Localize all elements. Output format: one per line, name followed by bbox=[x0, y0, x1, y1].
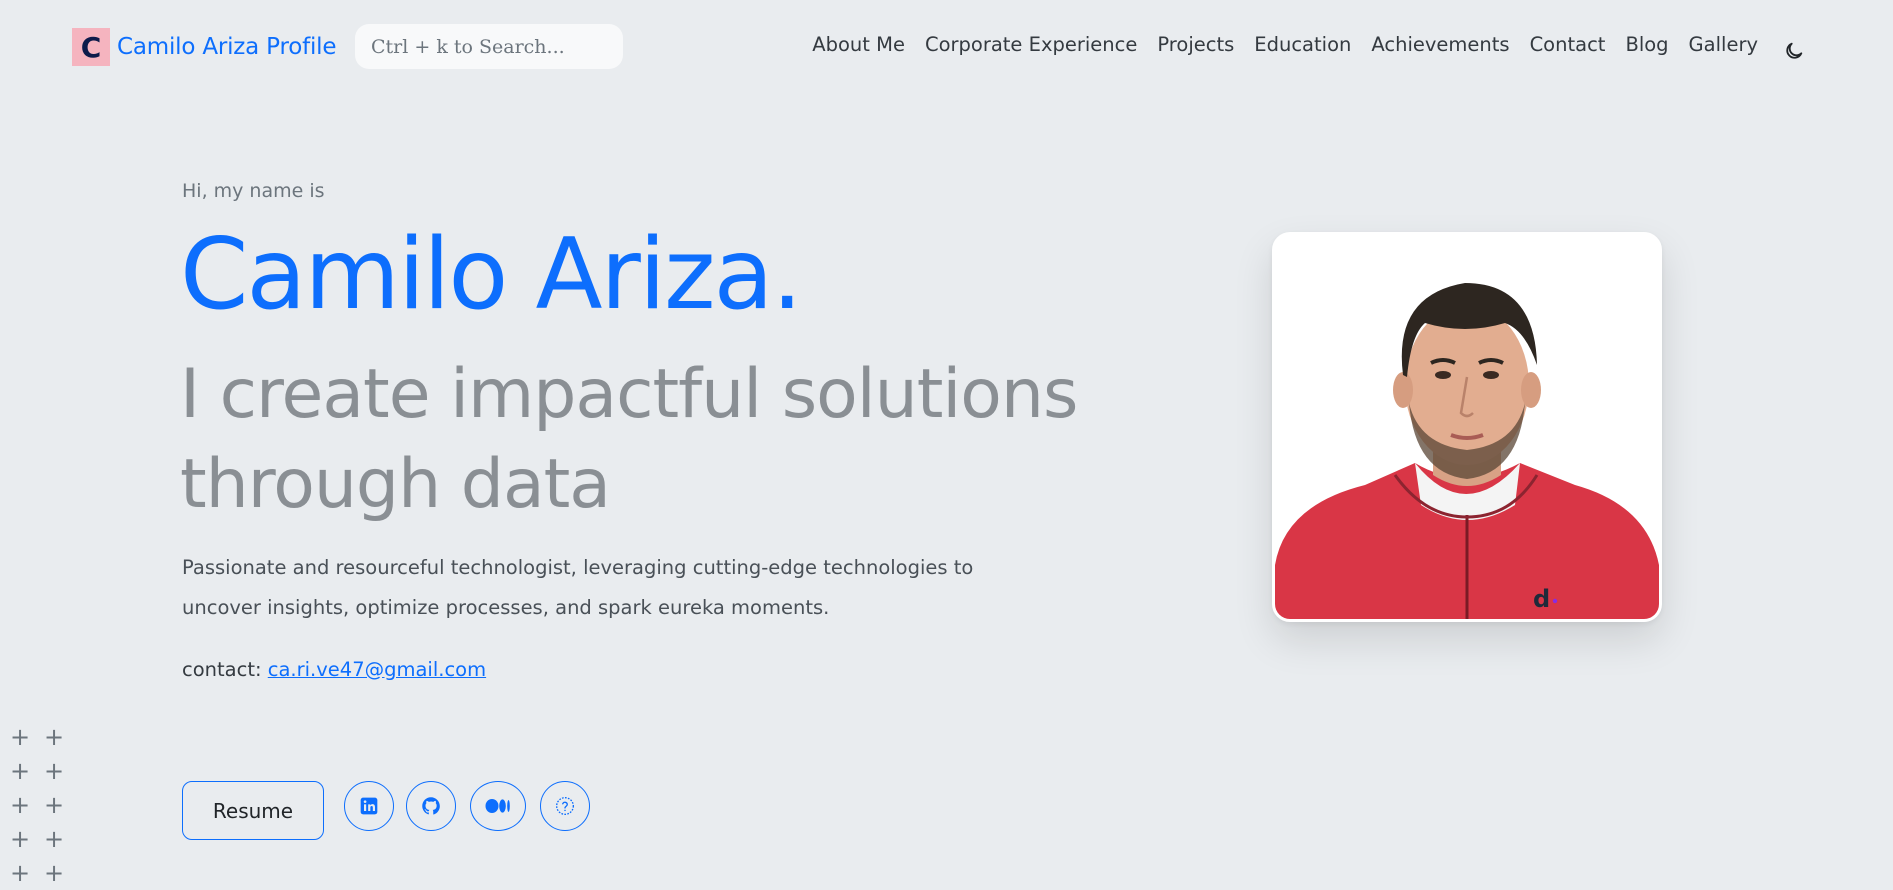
profile-photo: d bbox=[1272, 232, 1662, 622]
resume-button[interactable]: Resume bbox=[182, 781, 324, 840]
brand-logo-icon: C bbox=[72, 28, 110, 66]
hero-tagline: I create impactful solutions through dat… bbox=[180, 355, 1078, 524]
navbar: C Camilo Ariza Profile About Me Corporat… bbox=[0, 0, 1893, 94]
nav-links: About Me Corporate Experience Projects E… bbox=[812, 33, 1758, 56]
plus-icon: + bbox=[10, 791, 31, 819]
plus-icon: + bbox=[10, 723, 31, 751]
linkedin-button[interactable] bbox=[344, 781, 394, 831]
nav-link-achievements[interactable]: Achievements bbox=[1371, 33, 1509, 56]
nav-link-blog[interactable]: Blog bbox=[1625, 33, 1668, 56]
plus-icon: + bbox=[44, 757, 65, 785]
contact-label: contact: bbox=[182, 658, 262, 681]
plus-icon: + bbox=[44, 859, 65, 887]
github-icon bbox=[421, 796, 441, 816]
photo-watermark: d bbox=[1533, 585, 1550, 613]
github-button[interactable] bbox=[406, 781, 456, 831]
plus-icon: + bbox=[10, 757, 31, 785]
plus-icon: + bbox=[10, 859, 31, 887]
hero-description: Passionate and resourceful technologist,… bbox=[182, 556, 974, 619]
medium-icon bbox=[485, 798, 511, 814]
nav-link-gallery[interactable]: Gallery bbox=[1689, 33, 1758, 56]
hero-name: Camilo Ariza. bbox=[180, 218, 803, 332]
help-button[interactable] bbox=[540, 781, 590, 831]
linkedin-icon bbox=[359, 796, 379, 816]
plus-icon: + bbox=[44, 791, 65, 819]
nav-link-corporate-experience[interactable]: Corporate Experience bbox=[925, 33, 1137, 56]
nav-link-education[interactable]: Education bbox=[1254, 33, 1351, 56]
plus-icon: + bbox=[44, 825, 65, 853]
decorative-plus-pattern: + + + + + + + + + + bbox=[10, 720, 78, 890]
nav-link-contact[interactable]: Contact bbox=[1530, 33, 1606, 56]
brand-name: Camilo Ariza Profile bbox=[117, 34, 337, 60]
help-icon bbox=[555, 796, 575, 816]
search-input[interactable] bbox=[355, 24, 623, 69]
contact-line: contact: ca.ri.ve47@gmail.com bbox=[182, 658, 486, 681]
contact-email-link[interactable]: ca.ri.ve47@gmail.com bbox=[268, 658, 486, 681]
plus-icon: + bbox=[44, 723, 65, 751]
profile-photo-illustration: d bbox=[1275, 235, 1659, 619]
brand-link[interactable]: C Camilo Ariza Profile bbox=[72, 28, 336, 66]
plus-icon: + bbox=[10, 825, 31, 853]
moon-icon[interactable] bbox=[1783, 40, 1807, 64]
intro-text: Hi, my name is bbox=[182, 180, 325, 202]
nav-link-about-me[interactable]: About Me bbox=[812, 33, 905, 56]
medium-button[interactable] bbox=[470, 781, 526, 831]
nav-link-projects[interactable]: Projects bbox=[1157, 33, 1234, 56]
